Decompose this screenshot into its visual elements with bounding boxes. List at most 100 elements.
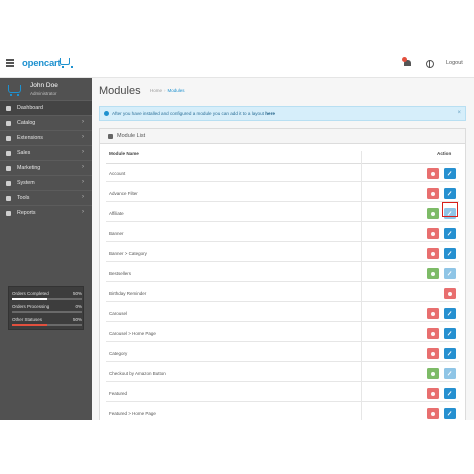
install-button[interactable] [427,268,439,279]
uninstall-button[interactable] [427,188,439,199]
chevron-right-icon: › [82,194,84,200]
plus-circle-icon [431,371,435,376]
uninstall-button[interactable] [427,248,439,259]
minus-circle-icon [431,331,435,336]
store-globe-icon[interactable] [426,60,434,68]
sidebar-item-label: Sales [17,150,31,156]
alert-close-button[interactable]: × [457,110,461,116]
pencil-icon [447,371,453,376]
uninstall-button[interactable] [427,168,439,179]
table-row: Checkout by Amazon Button [106,364,459,382]
uninstall-button[interactable] [444,288,456,299]
column-header-name: Module Name [109,151,139,156]
uninstall-button[interactable] [427,388,439,399]
module-name: Advance Filter [109,191,138,196]
breadcrumb-home[interactable]: Home [150,88,162,93]
pencil-icon [447,271,453,276]
pencil-icon [447,231,453,236]
opencart-logo[interactable]: opencart [22,58,61,69]
uninstall-button[interactable] [427,408,439,419]
module-name: Carousel > Home Page [109,331,156,336]
edit-button[interactable] [444,368,456,379]
module-name: Category [109,351,128,356]
page-title: Modules [99,85,141,97]
module-name: Banner > Category [109,251,147,256]
sidebar-item-reports[interactable]: Reports › [0,205,92,220]
minus-circle-icon [431,391,435,396]
edit-button[interactable] [444,228,456,239]
cog-icon [6,181,11,186]
sidebar-item-dashboard[interactable]: Dashboard [0,100,92,115]
module-name: Account [109,171,126,176]
chevron-right-icon: › [82,164,84,170]
table-row: Category [106,344,459,362]
sidebar-item-label: System [17,180,35,186]
edit-button[interactable] [444,408,456,419]
pencil-icon [447,411,453,416]
logo-cart-icon [60,58,73,68]
minus-circle-icon [431,311,435,316]
minus-circle-icon [431,231,435,236]
highlight-box [442,202,458,217]
module-list-panel: Module List Module Name Action Account Ad… [99,128,466,420]
notification-badge [402,57,407,62]
plus-circle-icon [431,211,435,216]
cart-icon [6,151,11,156]
screenshot-frame: opencart Logout John Doe Administrator D… [0,50,474,420]
menu-toggle-icon[interactable] [6,59,14,67]
edit-button[interactable] [444,268,456,279]
alert-link[interactable]: here [265,111,275,116]
edit-button[interactable] [444,248,456,259]
sidebar-item-sales[interactable]: Sales › [0,145,92,160]
stat-progress-fill [12,324,47,326]
chevron-right-icon: › [82,119,84,125]
install-button[interactable] [427,208,439,219]
edit-button[interactable] [444,188,456,199]
sidebar-item-tools[interactable]: Tools › [0,190,92,205]
uninstall-button[interactable] [427,348,439,359]
user-role: Administrator [30,91,57,96]
sidebar-item-catalog[interactable]: Catalog › [0,115,92,130]
minus-circle-icon [431,171,435,176]
chevron-right-icon: › [82,179,84,185]
pencil-icon [447,171,453,176]
module-name: Banner [109,231,124,236]
edit-button[interactable] [444,388,456,399]
pencil-icon [447,331,453,336]
column-header-action: Action [437,151,452,156]
list-icon [108,134,113,139]
logout-link[interactable]: Logout [446,60,463,66]
edit-button[interactable] [444,308,456,319]
sidebar-item-marketing[interactable]: Marketing › [0,160,92,175]
stat-row: Orders Processing 0% [12,304,82,316]
table-row: Featured [106,384,459,402]
minus-circle-icon [431,351,435,356]
order-stats: Orders Completed 50% Orders Processing 0% Ot… [8,286,84,330]
uninstall-button[interactable] [427,228,439,239]
edit-button[interactable] [444,328,456,339]
sidebar-item-label: Reports [17,210,36,216]
uninstall-button[interactable] [427,328,439,339]
sidebar-item-label: Dashboard [17,105,43,111]
sidebar-item-system[interactable]: System › [0,175,92,190]
edit-button[interactable] [444,348,456,359]
stat-progress-fill [12,298,47,300]
pencil-icon [447,391,453,396]
panel-heading: Module List [100,129,465,144]
install-button[interactable] [427,368,439,379]
stat-row: Orders Completed 50% [12,291,82,303]
chevron-right-icon: › [82,134,84,140]
stat-label: Orders Processing [12,304,50,309]
notification-bell-icon[interactable] [402,57,412,68]
edit-button[interactable] [444,168,456,179]
alert-message: After you have installed and configured … [112,111,266,116]
breadcrumb: Home › Modules [150,88,185,93]
breadcrumb-current[interactable]: Modules [168,88,185,93]
table-row: Account [106,164,459,182]
sidebar-item-extensions[interactable]: Extensions › [0,130,92,145]
stat-progress-track [12,324,82,326]
stat-value: 0% [75,304,82,309]
uninstall-button[interactable] [427,308,439,319]
minus-circle-icon [431,191,435,196]
tag-icon [6,121,11,126]
